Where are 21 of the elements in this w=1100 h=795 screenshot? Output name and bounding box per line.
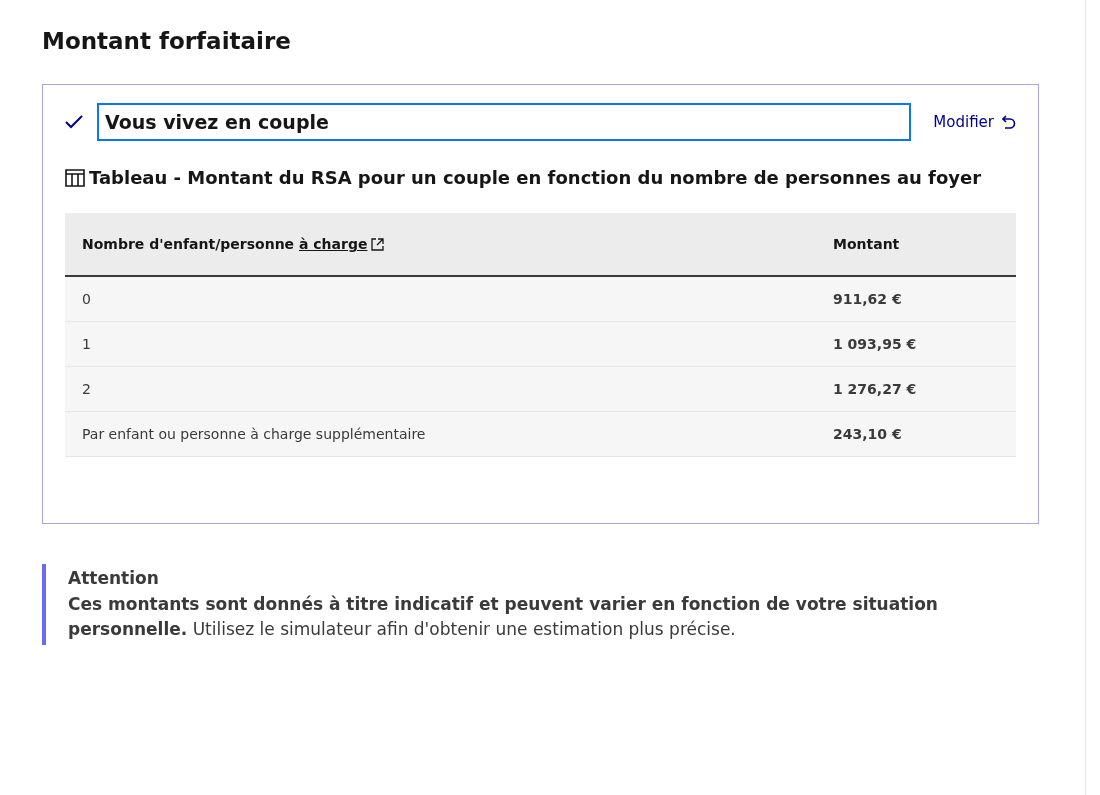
answer-title: Vous vivez en couple <box>97 103 912 141</box>
notice-text: Ces montants sont donnés à titre indicatif et peuvent varier en fonction de votre situation personnelle. Utilisez le simulateur afin d'obtenir une estimation plus précise. <box>68 592 939 642</box>
table-caption: Tableau - Montant du RSA pour un couple en fonction du nombre de personnes au foyer <box>89 166 982 190</box>
amount-cell-text: 243,10 € <box>832 426 903 443</box>
table-icon <box>65 169 85 187</box>
table-cell-text: 0 <box>81 291 92 308</box>
table-cell-text: 2 <box>81 381 92 398</box>
amount-cell-text: 1 093,95 € <box>832 336 918 353</box>
undo-icon <box>1002 115 1016 129</box>
table-cell-text: 1 <box>81 336 92 353</box>
section-title: Montant forfaitaire <box>42 28 292 54</box>
column-header: Montant <box>832 236 901 253</box>
check-icon <box>65 115 83 129</box>
amount-cell-text: 1 276,27 € <box>832 381 918 398</box>
modify-link[interactable]: Modifier <box>933 113 1016 131</box>
charge-link[interactable]: à charge <box>299 236 385 253</box>
table-cell-text: Par enfant ou personne à charge supplémentaire <box>81 426 427 443</box>
column-header: Nombre d'enfant/personne <box>82 236 295 253</box>
notice-title: Attention <box>68 567 160 591</box>
amount-cell-text: 911,62 € <box>832 291 903 308</box>
external-link-icon <box>371 237 385 251</box>
